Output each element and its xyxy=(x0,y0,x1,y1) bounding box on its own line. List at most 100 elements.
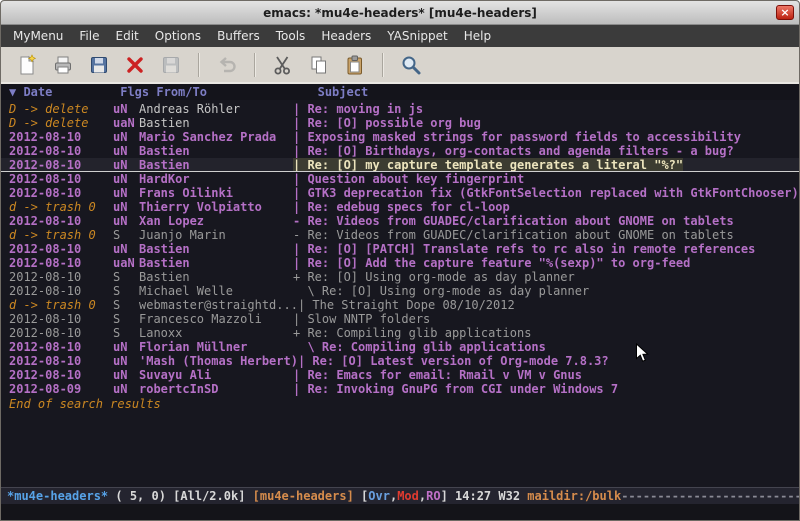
message-date: 2012-08-10 xyxy=(9,368,113,382)
message-row[interactable]: D -> deleteuaNBastien| Re: [O] possible … xyxy=(1,116,799,130)
menu-item-buffers[interactable]: Buffers xyxy=(209,26,268,46)
message-date: 2012-08-10 xyxy=(9,242,113,256)
modeline-size: [All/2.0k] xyxy=(173,489,252,503)
modeline-minor-close: ] xyxy=(441,489,455,503)
message-date: d -> trash 0 xyxy=(9,200,113,214)
menu-item-headers[interactable]: Headers xyxy=(313,26,379,46)
message-flags: uN xyxy=(113,144,139,158)
header-line: ▼ Date Flgs From/To Subject xyxy=(1,84,799,100)
message-from: Thierry Volpiatto xyxy=(139,200,293,214)
message-flags: uaN xyxy=(113,116,139,130)
mode-line: *mu4e-headers* ( 5, 0) [All/2.0k] [mu4e-… xyxy=(1,487,799,504)
header-subject[interactable]: Subject xyxy=(318,84,369,100)
menu-item-file[interactable]: File xyxy=(71,26,107,46)
message-flags: uN xyxy=(113,130,139,144)
emacs-window: emacs: *mu4e-headers* [mu4e-headers] × M… xyxy=(0,0,800,521)
print-icon[interactable] xyxy=(46,50,80,80)
message-flags: uN xyxy=(113,382,139,396)
message-subject: | Re: [O] possible org bug xyxy=(293,116,481,130)
menu-item-yasnippet[interactable]: YASnippet xyxy=(379,26,456,46)
message-row[interactable]: 2012-08-10uNSuvayu Ali| Re: Emacs for em… xyxy=(1,368,799,382)
save-icon[interactable] xyxy=(82,50,116,80)
message-flags: uN xyxy=(113,354,139,368)
message-row[interactable]: d -> trash 0SJuanjo Marin- Re: Videos fr… xyxy=(1,228,799,242)
header-date-sort[interactable]: ▼ Date xyxy=(9,84,113,100)
message-row[interactable]: 2012-08-09uNrobertcInSD| Re: Invoking Gn… xyxy=(1,382,799,396)
menu-bar: MyMenuFileEditOptionsBuffersToolsHeaders… xyxy=(1,25,799,47)
message-date: 2012-08-10 xyxy=(9,256,113,270)
message-subject: | Re: edebug specs for cl-loop xyxy=(293,200,510,214)
headers-buffer[interactable]: D -> deleteuNAndreas Röhler| Re: moving … xyxy=(1,100,799,487)
message-subject: | Re: [O] Latest version of Org-mode 7.8… xyxy=(298,354,609,368)
header-from[interactable]: From/To xyxy=(156,84,310,100)
message-date: 2012-08-10 xyxy=(9,340,113,354)
message-flags: uN xyxy=(113,368,139,382)
paste-icon[interactable] xyxy=(338,50,372,80)
message-subject: \ Re: Compiling glib applications xyxy=(293,340,546,354)
modeline-readonly: RO xyxy=(426,489,440,503)
toolbar xyxy=(1,47,799,84)
message-flags: uN xyxy=(113,172,139,186)
message-from: Michael Welle xyxy=(139,284,293,298)
message-row[interactable]: 2012-08-10uNXan Lopez- Re: Videos from G… xyxy=(1,214,799,228)
message-subject: - Re: Videos from GUADEC/clarification a… xyxy=(293,228,734,242)
message-row[interactable]: 2012-08-10uNBastien| Re: [O] Birthdays, … xyxy=(1,144,799,158)
message-flags: uaN xyxy=(113,256,139,270)
message-row[interactable]: 2012-08-10uNMario Sanchez Prada| Exposin… xyxy=(1,130,799,144)
message-row[interactable]: 2012-08-10uNFrans Oilinki| GTK3 deprecat… xyxy=(1,186,799,200)
message-row[interactable]: D -> deleteuNAndreas Röhler| Re: moving … xyxy=(1,102,799,116)
message-row[interactable]: 2012-08-10uNBastien| Re: [O] [PATCH] Tra… xyxy=(1,242,799,256)
toolbar-separator xyxy=(198,53,200,77)
modeline-major-mode: [mu4e-headers] xyxy=(253,489,361,503)
message-flags: uN xyxy=(113,340,139,354)
titlebar[interactable]: emacs: *mu4e-headers* [mu4e-headers] × xyxy=(1,1,799,25)
message-row[interactable]: 2012-08-10SMichael Welle \ Re: [O] Using… xyxy=(1,284,799,298)
modeline-dashes: ----------------------------------------… xyxy=(621,489,799,503)
message-from: Andreas Röhler xyxy=(139,102,293,116)
message-row[interactable]: 2012-08-10SLanoxx+ Re: Compiling glib ap… xyxy=(1,326,799,340)
message-flags: S xyxy=(113,326,139,340)
message-date: 2012-08-10 xyxy=(9,270,113,284)
message-from: Florian Müllner xyxy=(139,340,293,354)
message-from: Bastien xyxy=(139,242,293,256)
menu-item-help[interactable]: Help xyxy=(456,26,499,46)
message-flags: S xyxy=(113,228,139,242)
modeline-maildir: maildir:/bulk xyxy=(527,489,621,503)
menu-item-edit[interactable]: Edit xyxy=(108,26,147,46)
message-date: 2012-08-10 xyxy=(9,284,113,298)
search-icon[interactable] xyxy=(394,50,428,80)
message-row[interactable]: 2012-08-10uaNBastien| Re: [O] Add the ca… xyxy=(1,256,799,270)
copy-icon[interactable] xyxy=(302,50,336,80)
save-as-icon xyxy=(154,50,188,80)
cut-icon[interactable] xyxy=(266,50,300,80)
message-flags: S xyxy=(113,270,139,284)
menu-item-options[interactable]: Options xyxy=(147,26,209,46)
modeline-modified: Mod xyxy=(397,489,419,503)
message-flags: S xyxy=(113,312,139,326)
menu-item-mymenu[interactable]: MyMenu xyxy=(5,26,71,46)
message-date: 2012-08-10 xyxy=(9,144,113,158)
message-row[interactable]: 2012-08-10uNHardKor| Question about key … xyxy=(1,172,799,186)
message-row[interactable]: d -> trash 0Swebmaster@straightd...| The… xyxy=(1,298,799,312)
message-subject: + Re: Compiling glib applications xyxy=(293,326,531,340)
window-close-button[interactable]: × xyxy=(776,5,794,20)
message-from: Xan Lopez xyxy=(139,214,293,228)
echo-area[interactable] xyxy=(1,504,799,520)
message-subject: - Re: Videos from GUADEC/clarification a… xyxy=(293,214,734,228)
window-title: emacs: *mu4e-headers* [mu4e-headers] xyxy=(263,6,537,20)
message-row[interactable]: d -> trash 0uNThierry Volpiatto| Re: ede… xyxy=(1,200,799,214)
message-row-current[interactable]: 2012-08-10uNBastien| Re: [O] my capture … xyxy=(1,158,799,172)
message-row[interactable]: 2012-08-10uN'Mash (Thomas Herbert)| Re: … xyxy=(1,354,799,368)
menu-item-tools[interactable]: Tools xyxy=(268,26,314,46)
close-buffer-icon[interactable] xyxy=(118,50,152,80)
message-row[interactable]: 2012-08-10uNFlorian Müllner \ Re: Compil… xyxy=(1,340,799,354)
message-row[interactable]: 2012-08-10SBastien+ Re: [O] Using org-mo… xyxy=(1,270,799,284)
message-flags: S xyxy=(113,298,139,312)
new-file-icon[interactable] xyxy=(10,50,44,80)
message-flags: uN xyxy=(113,158,139,172)
message-subject: | Re: Invoking GnuPG from CGI under Wind… xyxy=(293,382,618,396)
message-row[interactable]: 2012-08-10SFrancesco Mazzoli| Slow NNTP … xyxy=(1,312,799,326)
message-from: Francesco Mazzoli xyxy=(139,312,293,326)
message-date: 2012-08-10 xyxy=(9,158,113,172)
header-flags[interactable]: Flgs xyxy=(120,84,149,100)
